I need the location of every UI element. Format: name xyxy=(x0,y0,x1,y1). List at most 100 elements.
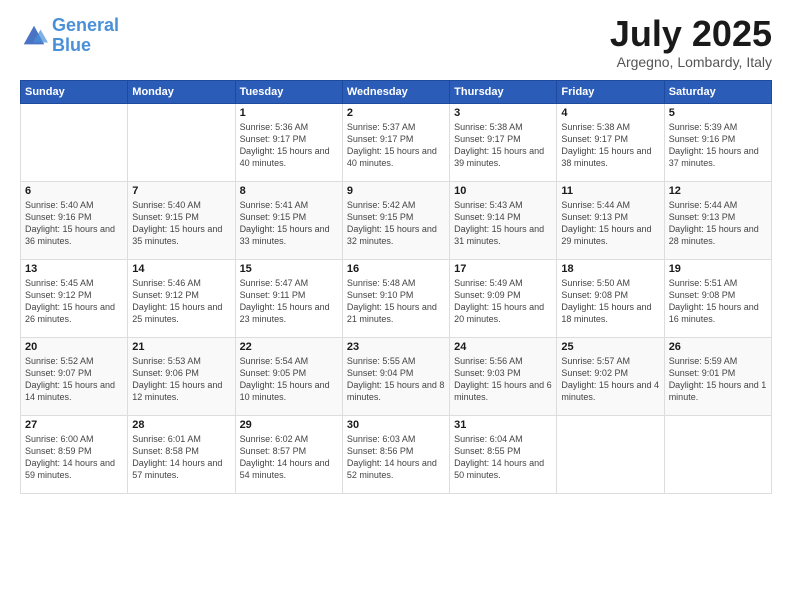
weekday-header: Saturday xyxy=(664,81,771,104)
day-info: Sunrise: 5:37 AM Sunset: 9:17 PM Dayligh… xyxy=(347,121,445,170)
day-number: 21 xyxy=(132,341,230,353)
day-number: 31 xyxy=(454,419,552,431)
location: Argegno, Lombardy, Italy xyxy=(610,54,772,70)
title-block: July 2025 Argegno, Lombardy, Italy xyxy=(610,16,772,70)
day-info: Sunrise: 5:52 AM Sunset: 9:07 PM Dayligh… xyxy=(25,355,123,404)
day-info: Sunrise: 6:02 AM Sunset: 8:57 PM Dayligh… xyxy=(240,433,338,482)
calendar-cell: 1Sunrise: 5:36 AM Sunset: 9:17 PM Daylig… xyxy=(235,104,342,182)
calendar-week-row: 6 Sunrise: 5:40 AM Sunset: 9:16 PM Daylig… xyxy=(21,182,772,260)
day-number: 29 xyxy=(240,419,338,431)
calendar-cell xyxy=(664,416,771,494)
day-number: 15 xyxy=(240,263,338,275)
day-number: 5 xyxy=(669,107,767,119)
day-number: 17 xyxy=(454,263,552,275)
calendar-cell: 6 Sunrise: 5:40 AM Sunset: 9:16 PM Daylig… xyxy=(21,182,128,260)
day-info: Sunrise: 6:01 AM Sunset: 8:58 PM Dayligh… xyxy=(132,433,230,482)
day-info: Sunrise: 5:48 AM Sunset: 9:10 PM Dayligh… xyxy=(347,277,445,326)
month-title: July 2025 xyxy=(610,16,772,52)
calendar-cell: 26 Sunrise: 5:59 AM Sunset: 9:01 PM Dayli… xyxy=(664,338,771,416)
day-number: 2 xyxy=(347,107,445,119)
calendar-cell: 13Sunrise: 5:45 AM Sunset: 9:12 PM Dayli… xyxy=(21,260,128,338)
calendar-week-row: 13Sunrise: 5:45 AM Sunset: 9:12 PM Dayli… xyxy=(21,260,772,338)
calendar-cell: 21 Sunrise: 5:53 AM Sunset: 9:06 PM Dayli… xyxy=(128,338,235,416)
day-info: Sunrise: 5:55 AM Sunset: 9:04 PM Dayligh… xyxy=(347,355,445,404)
calendar-cell: 2 Sunrise: 5:37 AM Sunset: 9:17 PM Daylig… xyxy=(342,104,449,182)
day-number: 3 xyxy=(454,107,552,119)
day-info: Sunrise: 5:57 AM Sunset: 9:02 PM Dayligh… xyxy=(561,355,659,404)
calendar-cell: 15 Sunrise: 5:47 AM Sunset: 9:11 PM Dayli… xyxy=(235,260,342,338)
calendar-cell: 30Sunrise: 6:03 AM Sunset: 8:56 PM Dayli… xyxy=(342,416,449,494)
calendar-cell: 28 Sunrise: 6:01 AM Sunset: 8:58 PM Dayli… xyxy=(128,416,235,494)
day-number: 13 xyxy=(25,263,123,275)
day-info: Sunrise: 6:04 AM Sunset: 8:55 PM Dayligh… xyxy=(454,433,552,482)
weekday-header: Thursday xyxy=(450,81,557,104)
calendar-cell: 27 Sunrise: 6:00 AM Sunset: 8:59 PM Dayli… xyxy=(21,416,128,494)
page: GeneralBlue July 2025 Argegno, Lombardy,… xyxy=(0,0,792,612)
day-number: 1 xyxy=(240,107,338,119)
day-info: Sunrise: 5:47 AM Sunset: 9:11 PM Dayligh… xyxy=(240,277,338,326)
day-number: 24 xyxy=(454,341,552,353)
calendar-cell: 22Sunrise: 5:54 AM Sunset: 9:05 PM Dayli… xyxy=(235,338,342,416)
day-number: 8 xyxy=(240,185,338,197)
day-info: Sunrise: 5:38 AM Sunset: 9:17 PM Dayligh… xyxy=(454,121,552,170)
day-info: Sunrise: 5:49 AM Sunset: 9:09 PM Dayligh… xyxy=(454,277,552,326)
day-number: 28 xyxy=(132,419,230,431)
day-number: 10 xyxy=(454,185,552,197)
calendar-week-row: 27 Sunrise: 6:00 AM Sunset: 8:59 PM Dayli… xyxy=(21,416,772,494)
day-number: 26 xyxy=(669,341,767,353)
calendar-cell xyxy=(21,104,128,182)
weekday-header: Friday xyxy=(557,81,664,104)
day-info: Sunrise: 5:42 AM Sunset: 9:15 PM Dayligh… xyxy=(347,199,445,248)
day-number: 14 xyxy=(132,263,230,275)
day-info: Sunrise: 5:44 AM Sunset: 9:13 PM Dayligh… xyxy=(561,199,659,248)
day-info: Sunrise: 5:40 AM Sunset: 9:16 PM Dayligh… xyxy=(25,199,123,248)
calendar-cell: 31 Sunrise: 6:04 AM Sunset: 8:55 PM Dayli… xyxy=(450,416,557,494)
logo: GeneralBlue xyxy=(20,16,119,56)
day-info: Sunrise: 5:44 AM Sunset: 9:13 PM Dayligh… xyxy=(669,199,767,248)
calendar-cell: 29 Sunrise: 6:02 AM Sunset: 8:57 PM Dayli… xyxy=(235,416,342,494)
calendar-cell: 3 Sunrise: 5:38 AM Sunset: 9:17 PM Daylig… xyxy=(450,104,557,182)
day-number: 23 xyxy=(347,341,445,353)
calendar-cell: 23 Sunrise: 5:55 AM Sunset: 9:04 PM Dayli… xyxy=(342,338,449,416)
logo-icon xyxy=(20,22,48,50)
day-number: 9 xyxy=(347,185,445,197)
calendar-cell: 4Sunrise: 5:38 AM Sunset: 9:17 PM Daylig… xyxy=(557,104,664,182)
day-number: 16 xyxy=(347,263,445,275)
calendar-week-row: 20Sunrise: 5:52 AM Sunset: 9:07 PM Dayli… xyxy=(21,338,772,416)
calendar: SundayMondayTuesdayWednesdayThursdayFrid… xyxy=(20,80,772,494)
day-info: Sunrise: 5:51 AM Sunset: 9:08 PM Dayligh… xyxy=(669,277,767,326)
day-number: 19 xyxy=(669,263,767,275)
day-number: 25 xyxy=(561,341,659,353)
day-number: 27 xyxy=(25,419,123,431)
calendar-cell: 10Sunrise: 5:43 AM Sunset: 9:14 PM Dayli… xyxy=(450,182,557,260)
day-info: Sunrise: 5:40 AM Sunset: 9:15 PM Dayligh… xyxy=(132,199,230,248)
day-info: Sunrise: 5:50 AM Sunset: 9:08 PM Dayligh… xyxy=(561,277,659,326)
calendar-cell xyxy=(128,104,235,182)
day-info: Sunrise: 5:41 AM Sunset: 9:15 PM Dayligh… xyxy=(240,199,338,248)
header: GeneralBlue July 2025 Argegno, Lombardy,… xyxy=(20,16,772,70)
calendar-cell: 25 Sunrise: 5:57 AM Sunset: 9:02 PM Dayli… xyxy=(557,338,664,416)
day-info: Sunrise: 5:38 AM Sunset: 9:17 PM Dayligh… xyxy=(561,121,659,170)
calendar-cell: 17 Sunrise: 5:49 AM Sunset: 9:09 PM Dayli… xyxy=(450,260,557,338)
calendar-cell: 11 Sunrise: 5:44 AM Sunset: 9:13 PM Dayli… xyxy=(557,182,664,260)
day-info: Sunrise: 5:59 AM Sunset: 9:01 PM Dayligh… xyxy=(669,355,767,404)
day-info: Sunrise: 5:56 AM Sunset: 9:03 PM Dayligh… xyxy=(454,355,552,404)
day-info: Sunrise: 5:53 AM Sunset: 9:06 PM Dayligh… xyxy=(132,355,230,404)
day-number: 7 xyxy=(132,185,230,197)
day-info: Sunrise: 6:00 AM Sunset: 8:59 PM Dayligh… xyxy=(25,433,123,482)
calendar-cell: 16 Sunrise: 5:48 AM Sunset: 9:10 PM Dayli… xyxy=(342,260,449,338)
calendar-cell: 12Sunrise: 5:44 AM Sunset: 9:13 PM Dayli… xyxy=(664,182,771,260)
calendar-header-row: SundayMondayTuesdayWednesdayThursdayFrid… xyxy=(21,81,772,104)
calendar-cell: 9 Sunrise: 5:42 AM Sunset: 9:15 PM Daylig… xyxy=(342,182,449,260)
calendar-cell: 24 Sunrise: 5:56 AM Sunset: 9:03 PM Dayli… xyxy=(450,338,557,416)
day-number: 30 xyxy=(347,419,445,431)
weekday-header: Tuesday xyxy=(235,81,342,104)
calendar-cell: 14 Sunrise: 5:46 AM Sunset: 9:12 PM Dayli… xyxy=(128,260,235,338)
calendar-cell: 7 Sunrise: 5:40 AM Sunset: 9:15 PM Daylig… xyxy=(128,182,235,260)
day-number: 11 xyxy=(561,185,659,197)
day-info: Sunrise: 5:46 AM Sunset: 9:12 PM Dayligh… xyxy=(132,277,230,326)
day-info: Sunrise: 5:39 AM Sunset: 9:16 PM Dayligh… xyxy=(669,121,767,170)
day-number: 6 xyxy=(25,185,123,197)
day-number: 22 xyxy=(240,341,338,353)
weekday-header: Wednesday xyxy=(342,81,449,104)
